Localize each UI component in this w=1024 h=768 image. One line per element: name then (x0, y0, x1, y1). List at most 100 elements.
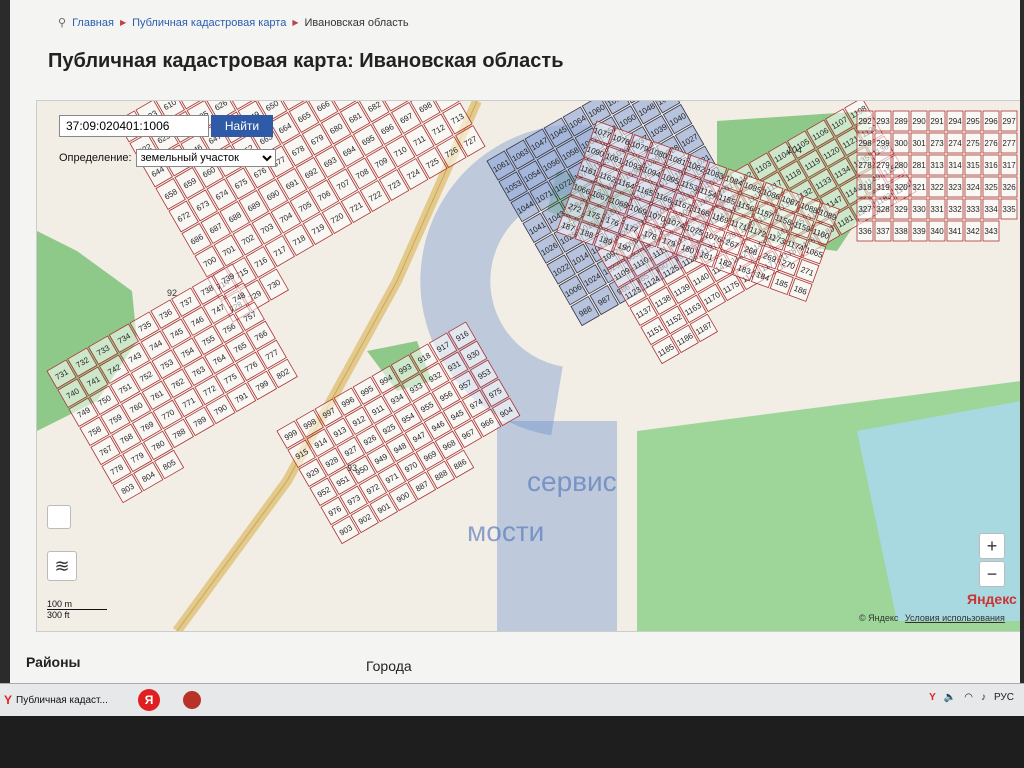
parcel-number: 274 (948, 139, 962, 148)
parcel-number: 313 (930, 161, 944, 170)
wifi-icon[interactable]: ◠ (964, 692, 973, 703)
parcel-number: 332 (948, 205, 962, 214)
parcel-number: 334 (984, 205, 998, 214)
parcel-number: 341 (948, 227, 962, 236)
definition-control: Определение: земельный участок (59, 149, 276, 167)
parcel-number: 326 (1002, 183, 1016, 192)
map-canvas[interactable]: 6326336106116126136146156166176186196206… (37, 101, 1020, 631)
parcel-number: 279 (876, 161, 890, 170)
yandex-app-icon[interactable]: Я (138, 689, 160, 711)
area-label-104: 104 (787, 145, 802, 155)
parcel-number: 343 (984, 227, 998, 236)
parcel-number: 331 (930, 205, 944, 214)
copyright-text: © Яндекс (859, 613, 899, 623)
parcel-number: 322 (930, 183, 944, 192)
parcel-number: 337 (876, 227, 890, 236)
map-copyright: © Яндекс Условия использования (859, 613, 1005, 623)
breadcrumb-map[interactable]: Публичная кадастровая карта (132, 17, 286, 29)
parcel-number: 328 (876, 205, 890, 214)
parcel-number: 273 (930, 139, 944, 148)
area-label-93: 93 (347, 463, 357, 473)
parcel-number: 275 (966, 139, 980, 148)
app-icon[interactable] (183, 691, 201, 709)
watermark-text: мости (467, 516, 544, 547)
breadcrumb-region: Ивановская область (304, 16, 409, 29)
definition-label: Определение: (59, 152, 132, 164)
parcel-number: 297 (1002, 117, 1016, 126)
parcel-number: 276 (984, 139, 998, 148)
parcel-number: 296 (984, 117, 998, 126)
definition-select[interactable]: земельный участок (135, 149, 276, 167)
parcel-number: 329 (894, 205, 908, 214)
layers-button[interactable]: ≋ (47, 551, 77, 581)
browser-viewport: ⚲ Главная ▶ Публичная кадастровая карта … (10, 0, 1020, 688)
parcel-number: 333 (966, 205, 980, 214)
parcel-number: 317 (1002, 161, 1016, 170)
parcel-number: 315 (966, 161, 980, 170)
scale-metric: 100 m (47, 599, 107, 610)
parcel-number: 323 (948, 183, 962, 192)
terms-link[interactable]: Условия использования (905, 613, 1005, 623)
parcel-number: 295 (966, 117, 980, 126)
parcel-number: 339 (912, 227, 926, 236)
yandex-logo: Яндекс (967, 591, 1017, 607)
parcel-number: 292 (858, 117, 872, 126)
parcel-number: 320 (894, 183, 908, 192)
breadcrumb-separator-icon: ▶ (119, 18, 127, 27)
parcel-number: 324 (966, 183, 980, 192)
parcel-number: 291 (930, 117, 944, 126)
parcel-number: 336 (858, 227, 872, 236)
parcel-number: 289 (894, 117, 908, 126)
parcel-number: 301 (912, 139, 926, 148)
search-bar: Найти (59, 115, 273, 137)
parcel-number: 330 (912, 205, 926, 214)
regions-heading: Районы (26, 654, 81, 670)
cadastral-number-input[interactable] (59, 115, 209, 137)
sound-icon[interactable]: ♪ (981, 692, 986, 703)
parcel-number: 299 (876, 139, 890, 148)
location-pin-icon: ⚲ (58, 17, 67, 29)
scale-imperial: 300 ft (47, 610, 70, 620)
yandex-browser-icon: Y (4, 693, 13, 707)
search-button[interactable]: Найти (211, 115, 273, 137)
watermark-text: сервис (527, 466, 617, 497)
layers-icon: ≋ (54, 555, 70, 576)
yandex-tray-icon[interactable]: Y (929, 692, 936, 703)
breadcrumb-home[interactable]: Главная (72, 17, 114, 29)
parcel-number: 290 (912, 117, 926, 126)
fullscreen-button[interactable] (47, 505, 71, 529)
parcel-number: 335 (1002, 205, 1016, 214)
zoom-out-button[interactable]: − (979, 561, 1005, 587)
breadcrumb: ⚲ Главная ▶ Публичная кадастровая карта … (58, 16, 409, 30)
cadastral-map[interactable]: 6326336106116126136146156166176186196206… (36, 100, 1020, 632)
system-tray: Y 🔈 ◠ ♪ РУС (929, 692, 1014, 703)
taskbar-browser-window[interactable]: Y Публичная кадаст... (0, 688, 126, 712)
volume-icon[interactable]: 🔈 (944, 692, 956, 703)
parcel-number: 277 (1002, 139, 1016, 148)
laptop-bezel (0, 716, 1024, 768)
parcel-number: 314 (948, 161, 962, 170)
zoom-in-button[interactable]: + (979, 533, 1005, 559)
parcel-number: 342 (966, 227, 980, 236)
taskbar: Y Публичная кадаст... Я Y 🔈 ◠ ♪ РУС (0, 683, 1024, 716)
parcel-number: 281 (912, 161, 926, 170)
area-label-92: 92 (167, 288, 177, 298)
parcel-number: 340 (930, 227, 944, 236)
parcel-number: 338 (894, 227, 908, 236)
map-scale: 100 m 300 ft (47, 599, 107, 620)
parcel-number: 298 (858, 139, 872, 148)
parcel-number: 319 (876, 183, 890, 192)
parcel-number: 321 (912, 183, 926, 192)
parcel-number: 327 (858, 205, 872, 214)
parcel-number: 300 (894, 139, 908, 148)
parcel-number: 318 (858, 183, 872, 192)
parcel-number: 280 (894, 161, 908, 170)
taskbar-window-title: Публичная кадаст... (16, 694, 108, 706)
breadcrumb-separator-icon: ▶ (292, 18, 299, 27)
page-title: Публичная кадастровая карта: Ивановская … (48, 50, 564, 72)
language-indicator[interactable]: РУС (994, 692, 1014, 703)
parcel-number: 294 (948, 117, 962, 126)
cities-heading: Города (366, 658, 412, 674)
parcel-number: 316 (984, 161, 998, 170)
parcel-number: 293 (876, 117, 890, 126)
